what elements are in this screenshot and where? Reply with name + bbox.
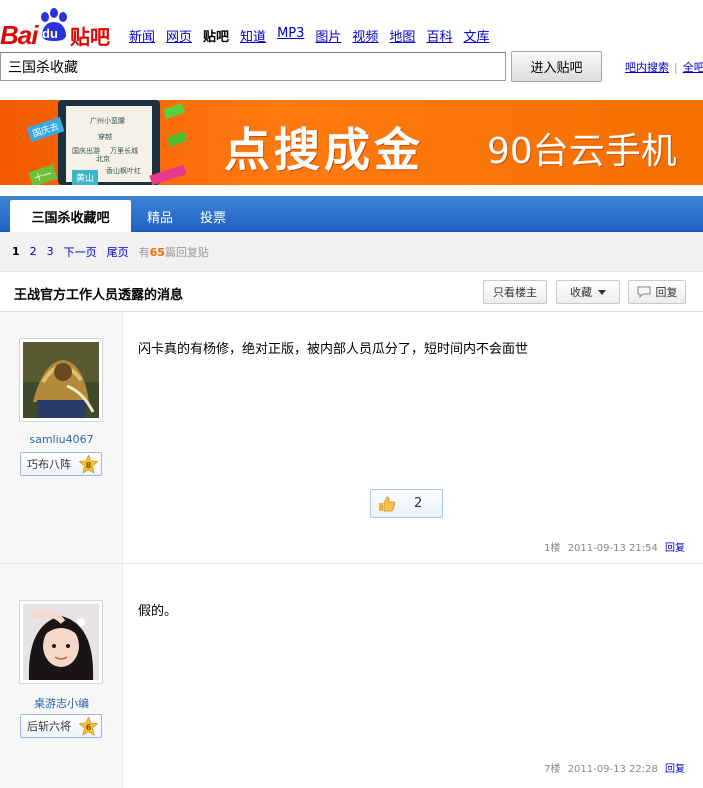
thread-header: 王战官方工作人员透露的消息 只看楼主 收藏 回复	[0, 272, 703, 312]
reply-count: 有65篇回复贴	[139, 244, 209, 260]
rank-badge[interactable]: 后斩六将 6	[20, 714, 102, 738]
post-content: 假的。	[138, 604, 178, 619]
thumbs-up-icon	[379, 496, 396, 511]
nav-tieba[interactable]: 贴吧	[203, 26, 229, 45]
post-meta: 1楼 2011-09-13 21:54 回复	[544, 539, 685, 554]
pager-last[interactable]: 尾页	[107, 244, 129, 260]
favorite-label: 收藏	[570, 286, 592, 299]
nav-wenku[interactable]: 文库	[463, 26, 489, 45]
post-reply-link[interactable]: 回复	[665, 543, 685, 554]
screen-text: 穿越	[98, 133, 112, 141]
username[interactable]: 桌游志小编	[0, 695, 123, 711]
post-item: 桌游志小编 后斩六将 6 假的。 7楼 2011-09-13 22:28 回复	[0, 564, 703, 788]
link-separator: |	[674, 61, 678, 74]
tab-featured[interactable]: 精品	[147, 200, 173, 232]
reply-count-suffix: 篇回复贴	[164, 245, 209, 259]
pager: 1 2 3 下一页 尾页 有65篇回复贴	[0, 232, 703, 272]
rank-title: 后斩六将	[27, 720, 71, 733]
page-header: Bai du 贴吧 新闻 网页 贴吧 知道 MP3 图片 视频 地图 百科 文库…	[0, 0, 703, 100]
nav-web[interactable]: 网页	[166, 26, 192, 45]
level-star-icon: 6	[79, 717, 98, 736]
pager-next[interactable]: 下一页	[64, 244, 97, 260]
screen-text: 万里长城	[110, 147, 138, 155]
nav-video[interactable]: 视频	[352, 26, 378, 45]
speech-bubble-icon	[637, 286, 650, 298]
inner-search-link[interactable]: 吧内搜索	[625, 61, 669, 74]
banner-tag: 十一	[28, 164, 58, 185]
logo-bai-text: Bai	[0, 20, 38, 50]
forum-tab-bar: 三国杀收藏吧 精品 投票	[0, 196, 703, 232]
all-tieba-link[interactable]: 全吧	[683, 61, 703, 74]
enter-tieba-button[interactable]: 进入贴吧	[511, 51, 602, 82]
banner-headline: 点搜成金	[224, 123, 424, 177]
post-author-panel: samliu4067 巧布八阵 8	[0, 312, 123, 563]
reply-count-number: 65	[149, 245, 165, 259]
screen-text: 广州小蛮腰	[90, 117, 125, 125]
pager-current-page: 1	[12, 245, 20, 258]
banner-tag: 黄山	[72, 170, 99, 185]
banner-subheadline: 90台云手机	[487, 131, 677, 172]
post-author-panel: 桌游志小编 后斩六将 6	[0, 564, 123, 788]
like-button[interactable]: 2	[370, 489, 443, 518]
thread-title: 王战官方工作人员透露的消息	[14, 288, 184, 303]
avatar[interactable]	[19, 338, 103, 422]
like-count: 2	[414, 496, 423, 511]
rank-badge[interactable]: 巧布八阵 8	[20, 452, 102, 476]
top-nav: 新闻 网页 贴吧 知道 MP3 图片 视频 地图 百科 文库	[129, 26, 500, 45]
reply-button[interactable]: 回复	[628, 280, 686, 304]
floor-number: 7楼	[544, 764, 561, 775]
baidu-tieba-logo[interactable]: Bai du 贴吧	[0, 6, 118, 50]
nav-zhidao[interactable]: 知道	[240, 26, 266, 45]
search-input[interactable]: 三国杀收藏	[0, 52, 506, 81]
post-reply-link[interactable]: 回复	[665, 764, 685, 775]
post-item: samliu4067 巧布八阵 8 闪卡真的有杨修，绝对正版，被内部人员瓜分了，…	[0, 312, 703, 564]
tab-vote[interactable]: 投票	[200, 200, 226, 232]
level-number: 6	[86, 723, 92, 732]
reply-label: 回复	[655, 286, 678, 299]
post-time: 2011-09-13 21:54	[567, 543, 658, 554]
rank-title: 巧布八阵	[27, 458, 71, 471]
nav-news[interactable]: 新闻	[129, 26, 155, 45]
nav-mp3[interactable]: MP3	[277, 26, 304, 45]
post-content: 闪卡真的有杨修，绝对正版，被内部人员瓜分了，短时间内不会面世	[138, 342, 529, 357]
ad-banner[interactable]: 广州小蛮腰 穿越 国庆出游 万里长城 香山枫叶红 北京 国庆去 十一 黄山 点搜…	[0, 100, 703, 185]
screen-text: 北京	[96, 155, 110, 163]
level-number: 8	[86, 461, 92, 470]
chevron-down-icon	[598, 289, 606, 295]
nav-map[interactable]: 地图	[389, 26, 415, 45]
favorite-button[interactable]: 收藏	[556, 280, 620, 304]
screen-text: 香山枫叶红	[106, 167, 141, 175]
nav-baike[interactable]: 百科	[426, 26, 452, 45]
post-time: 2011-09-13 22:28	[567, 764, 658, 775]
pager-page-2[interactable]: 2	[30, 245, 37, 258]
floor-number: 1楼	[544, 543, 561, 554]
tab-forum-home[interactable]: 三国杀收藏吧	[10, 200, 131, 232]
logo-du-text: du	[42, 26, 58, 41]
post-meta: 7楼 2011-09-13 22:28 回复	[544, 760, 685, 775]
level-star-icon: 8	[79, 455, 98, 474]
nav-images[interactable]: 图片	[315, 26, 341, 45]
username[interactable]: samliu4067	[0, 433, 123, 446]
only-op-button[interactable]: 只看楼主	[483, 280, 547, 304]
banner-ribbon	[162, 102, 186, 120]
avatar-image	[23, 342, 99, 418]
banner-ribbon	[166, 131, 188, 147]
avatar[interactable]	[19, 600, 103, 684]
avatar-image	[23, 604, 99, 680]
logo-tieba-text: 贴吧	[70, 25, 110, 49]
pager-page-3[interactable]: 3	[47, 245, 54, 258]
header-right-links: 吧内搜索 | 全吧	[625, 59, 703, 75]
reply-count-prefix: 有	[138, 245, 150, 259]
